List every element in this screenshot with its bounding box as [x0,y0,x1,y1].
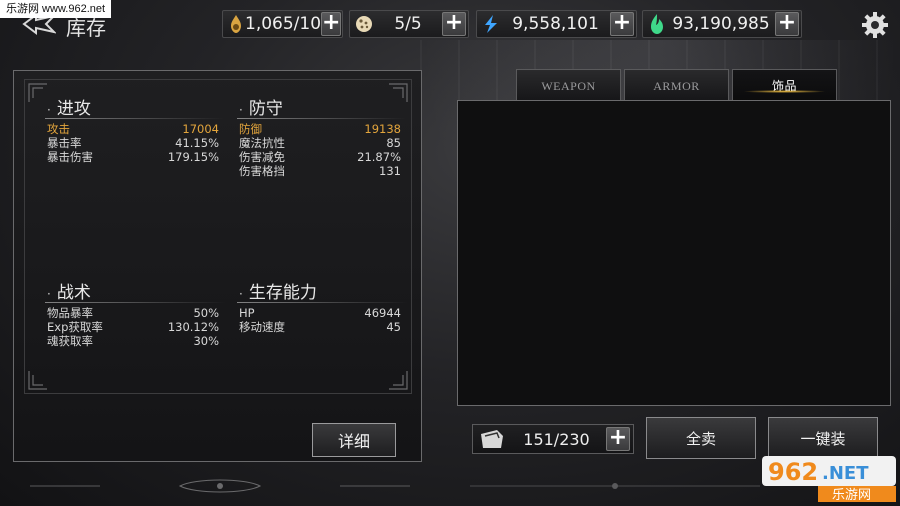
active-tab-glow [743,90,826,93]
add-soul-button[interactable]: + [775,12,799,36]
divider [237,302,407,303]
resource-value: 93,190,985 [672,14,770,34]
stat-row: 移动速度 45 [239,320,401,334]
divider [237,118,407,119]
bag-icon [481,430,503,448]
divider [45,302,225,303]
sell-all-button[interactable]: 全卖 [646,417,756,459]
oil-lamp-icon [227,13,245,35]
section-title-defense: · 防守 [239,99,283,119]
cookie-icon [354,13,374,35]
bottom-ornament-icon [470,483,760,489]
blue-crystal-icon [481,13,501,35]
corner-ornament-icon [389,83,408,102]
corner-ornament-icon [389,371,408,390]
stats-panel: · 进攻 攻击 17004 暴击率 41.15% 暴击伤害 179.15% · 防守 防御… [13,70,422,462]
section-title-tactics: · 战术 [47,283,91,303]
resource-crystal: 9,558,101 + [476,10,637,38]
capacity-value: 151/230 [523,429,590,449]
add-crystal-button[interactable]: + [610,12,634,36]
section-title-survival: · 生存能力 [239,283,317,303]
resource-lamp: 1,065/10 + [222,10,343,38]
stat-row: 防御 19138 [239,122,401,136]
stats-frame: · 进攻 攻击 17004 暴击率 41.15% 暴击伤害 179.15% · 防守 防御… [24,79,412,394]
add-lamp-button[interactable]: + [321,12,342,36]
watermark-banner: 乐游网 www.962.net [0,0,112,18]
svg-text:962: 962 [768,458,818,486]
stat-row: 暴击率 41.15% [47,136,219,150]
inventory-capacity: 151/230 + [472,424,634,454]
bottom-ornament-icon [30,479,410,493]
corner-ornament-icon [28,371,47,390]
stat-row: HP 46944 [239,306,401,320]
stat-row: 魂获取率 30% [47,334,219,348]
corner-ornament-icon [28,83,47,102]
svg-text:乐游网: 乐游网 [832,488,871,503]
add-cookie-button[interactable]: + [442,12,466,36]
stat-row: 伤害格挡 131 [239,164,401,178]
gear-icon[interactable] [860,10,890,40]
inventory-grid [457,100,891,406]
detail-button[interactable]: 详细 [312,423,396,457]
tab-weapon[interactable]: WEAPON [516,69,621,101]
stat-row: 物品暴率 50% [47,306,219,320]
stat-row: Exp获取率 130.12% [47,320,219,334]
stat-row: 魔法抗性 85 [239,136,401,150]
divider [45,118,225,119]
site-logo-watermark: 962 .NET 乐游网 [762,456,896,503]
expand-inventory-button[interactable]: + [606,427,630,451]
svg-text:.NET: .NET [822,463,869,484]
resource-value: 9,558,101 [512,14,599,34]
tab-accessory[interactable]: 饰品 [732,69,837,101]
tab-armor[interactable]: ARMOR [624,69,729,101]
stat-row: 攻击 17004 [47,122,219,136]
resource-soul: 93,190,985 + [642,10,802,38]
stat-row: 伤害减免 21.87% [239,150,401,164]
green-soul-icon [647,13,667,35]
resource-value: 1,065/10 [245,14,322,34]
stat-row: 暴击伤害 179.15% [47,150,219,164]
resource-value: 5/5 [394,14,422,34]
section-title-attack: · 进攻 [47,99,91,119]
resource-cookie: 5/5 + [349,10,469,38]
